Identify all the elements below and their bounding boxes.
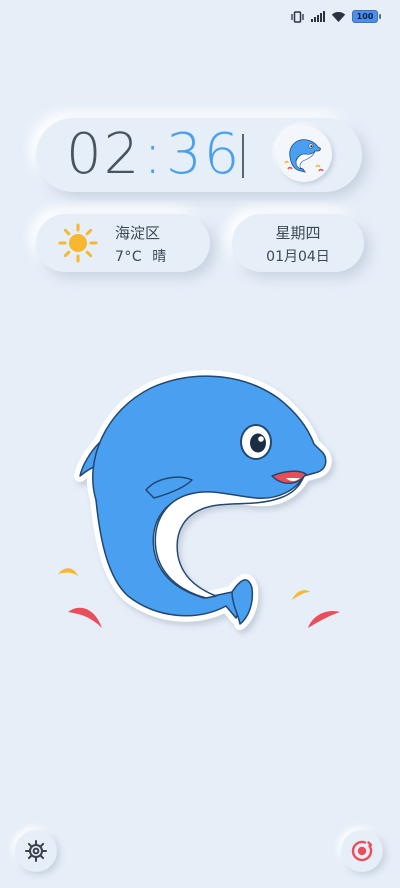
dolphin-illustration [58,370,340,630]
signal-icon [311,11,325,22]
weather-location: 海淀区 [115,224,161,242]
clock-widget[interactable]: 02 : 36 [36,118,362,192]
clock-divider [242,134,244,178]
date-weekday: 星期四 [275,224,321,242]
clock-minutes: 36 [166,122,242,187]
dolphin-avatar-icon[interactable] [276,126,332,182]
gear-icon [25,840,47,862]
sun-icon [58,223,98,263]
status-bar: 100 [0,0,400,36]
battery-indicator: 100 [352,10,381,23]
vibrate-icon [291,10,304,23]
camera-record-icon [351,840,373,862]
settings-button[interactable] [15,830,57,872]
camera-button[interactable] [341,830,383,872]
clock-hours: 02 [66,122,142,187]
wifi-icon [331,11,346,22]
date-widget[interactable]: 星期四 01月04日 [232,214,364,272]
weather-widget[interactable]: 海淀区 7°C 晴 [36,214,210,272]
weather-condition: 晴 [152,249,167,265]
weather-temperature: 7°C [115,249,143,265]
date-day: 01月04日 [266,249,330,265]
clock-separator: : [143,122,165,187]
status-icons: 100 [290,10,381,23]
weather-summary: 7°C 晴 [115,246,167,266]
clock-time: 02 : 36 [66,124,241,186]
